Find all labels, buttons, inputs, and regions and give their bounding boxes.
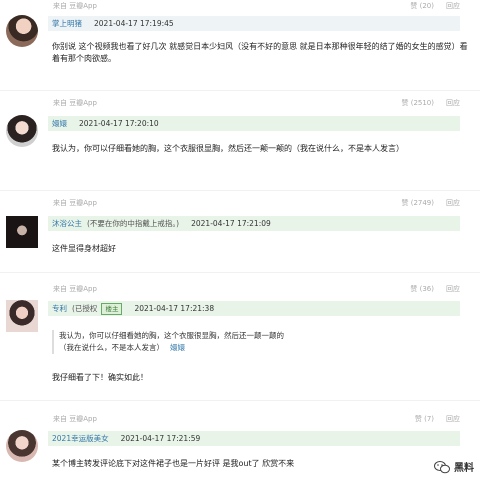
divider (0, 90, 480, 91)
username[interactable]: 嬛嬛 (52, 118, 67, 129)
comment-header: 掌上明猪 2021-04-17 17:19:45 (48, 16, 460, 31)
comment-source: 来自 豆瓣App (53, 2, 97, 10)
like-button[interactable]: 赞 (36) (410, 285, 434, 293)
reply-button[interactable]: 回应 (446, 199, 460, 207)
watermark: 黑料 (434, 459, 474, 474)
comment-text: 某个博主转发评论底下对这件裙子也是一片好评 是我out了 欣赏不来 (52, 459, 295, 468)
comment-text: 这件显得身材超好 (52, 244, 116, 253)
reply-button[interactable]: 回应 (446, 285, 460, 293)
timestamp: 2021-04-17 17:19:45 (94, 19, 174, 28)
avatar[interactable] (6, 430, 38, 462)
avatar[interactable] (6, 300, 38, 332)
username[interactable]: 沐浴公主 (52, 218, 82, 229)
user-signature: (不要在你的中指戴上戒指。) (87, 219, 180, 228)
timestamp: 2021-04-17 17:20:10 (79, 119, 159, 128)
like-button[interactable]: 赞 (20) (410, 2, 434, 10)
username[interactable]: 专利 (52, 303, 67, 314)
divider (0, 400, 480, 401)
comment-source: 来自 豆瓣App (53, 199, 97, 207)
reply-button[interactable]: 回应 (446, 99, 460, 107)
quote-author[interactable]: 嬛嬛 (170, 343, 185, 352)
reply-button[interactable]: 回应 (446, 415, 460, 423)
quoted-reply: 我认为，你可以仔细看她的胸，这个衣服很显胸，然后还一颠一颠的 （我在说什么，不是… (52, 330, 462, 354)
comment-source: 来自 豆瓣App (53, 99, 97, 107)
avatar[interactable] (6, 115, 38, 147)
like-button[interactable]: 赞 (7) (415, 415, 434, 423)
comment-text: 你别说 这个视频我也看了好几次 就感觉日本少妇风（没有不好的意思 就是日本那种很… (52, 42, 468, 63)
user-signature: (已授权 (72, 304, 98, 313)
comment-text: 我仔细看了下！确实如此！ (52, 373, 148, 382)
quote-text: 我认为，你可以仔细看她的胸，这个衣服很显胸，然后还一颠一颠的 (59, 331, 284, 340)
comment-actions: 赞 (2510) 回应 (401, 98, 460, 108)
comment-actions: 赞 (2749) 回应 (401, 198, 460, 208)
comment-actions: 赞 (36) 回应 (410, 284, 460, 294)
op-badge: 楼主 (101, 302, 123, 315)
like-button[interactable]: 赞 (2510) (401, 99, 434, 107)
username[interactable]: 掌上明猪 (52, 18, 82, 29)
divider (0, 190, 480, 191)
username[interactable]: 2021幸运版美女 (52, 433, 109, 444)
wechat-icon (434, 460, 450, 473)
comment-source: 来自 豆瓣App (53, 285, 97, 293)
comment-header: 2021幸运版美女 2021-04-17 17:21:59 (48, 431, 460, 446)
comment-header: 专利 (已授权 楼主 2021-04-17 17:21:38 (48, 301, 460, 316)
quote-text: （我在说什么，不是本人发言） (59, 343, 164, 352)
avatar[interactable] (6, 216, 38, 248)
watermark-label: 黑料 (454, 463, 474, 474)
avatar[interactable] (6, 15, 38, 47)
like-button[interactable]: 赞 (2749) (401, 199, 434, 207)
comment-text: 我认为，你可以仔细看她的胸，这个衣服很显胸，然后还一颠一颠的（我在说什么，不是本… (52, 144, 404, 153)
reply-button[interactable]: 回应 (446, 2, 460, 10)
comment-header: 嬛嬛 2021-04-17 17:20:10 (48, 116, 460, 131)
comment-source: 来自 豆瓣App (53, 415, 97, 423)
divider (0, 272, 480, 273)
comment-actions: 赞 (20) 回应 (410, 1, 460, 11)
timestamp: 2021-04-17 17:21:59 (120, 434, 201, 443)
timestamp: 2021-04-17 17:21:09 (191, 219, 271, 228)
timestamp: 2021-04-17 17:21:38 (134, 304, 215, 313)
comment-header: 沐浴公主 (不要在你的中指戴上戒指。) 2021-04-17 17:21:09 (48, 216, 460, 231)
comment-actions: 赞 (7) 回应 (415, 414, 460, 424)
